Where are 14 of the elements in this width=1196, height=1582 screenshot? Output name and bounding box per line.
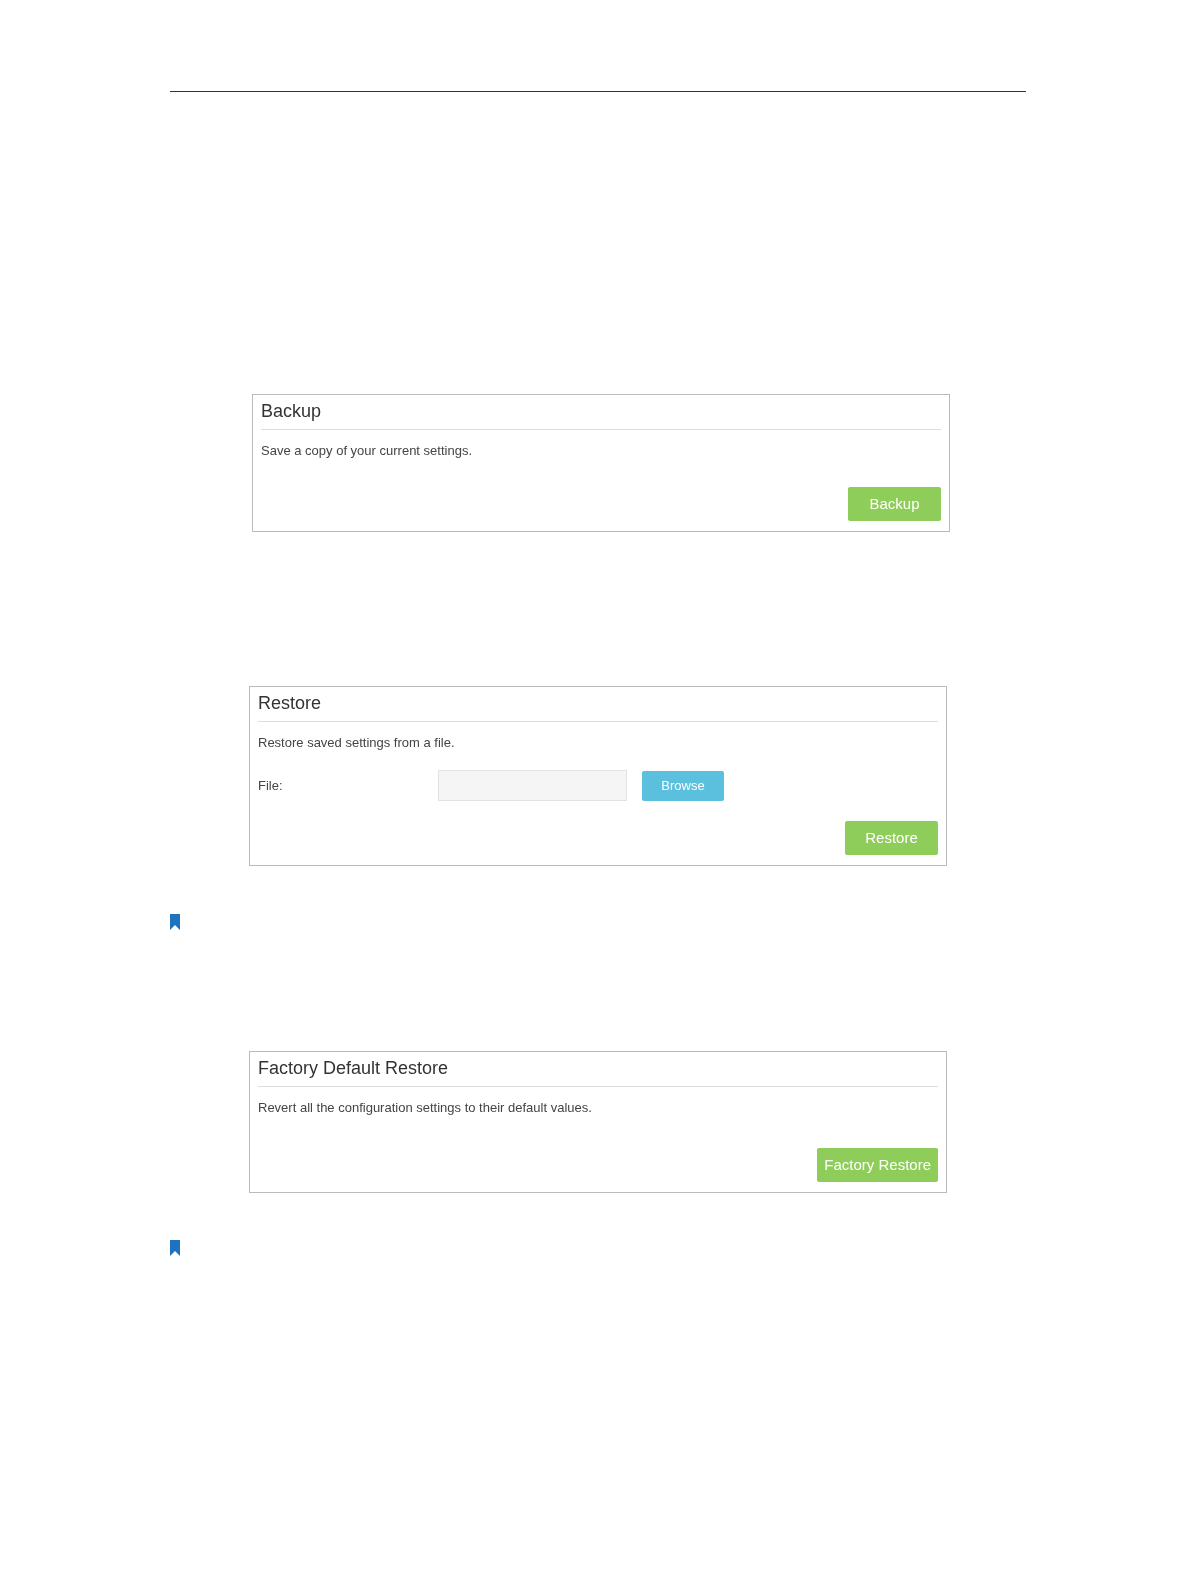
- panel-description: Revert all the configuration settings to their default values.: [258, 1100, 593, 1116]
- panel-title: Backup: [261, 400, 323, 423]
- file-label: File:: [258, 776, 284, 795]
- panel-title: Factory Default Restore: [258, 1057, 450, 1080]
- action-button[interactable]: Backup: [848, 487, 941, 521]
- browse-button[interactable]: Browse: [642, 770, 724, 801]
- panel-description: Restore saved settings from a file.: [258, 735, 456, 751]
- file-field[interactable]: [438, 770, 627, 801]
- panel-title: Restore: [258, 692, 323, 715]
- bookmark-icon: [170, 1240, 180, 1256]
- panel-description: Save a copy of your current settings.: [261, 443, 473, 459]
- bookmark-icon: [170, 914, 180, 930]
- action-button[interactable]: Factory Restore: [817, 1148, 938, 1182]
- action-button[interactable]: Restore: [845, 821, 938, 855]
